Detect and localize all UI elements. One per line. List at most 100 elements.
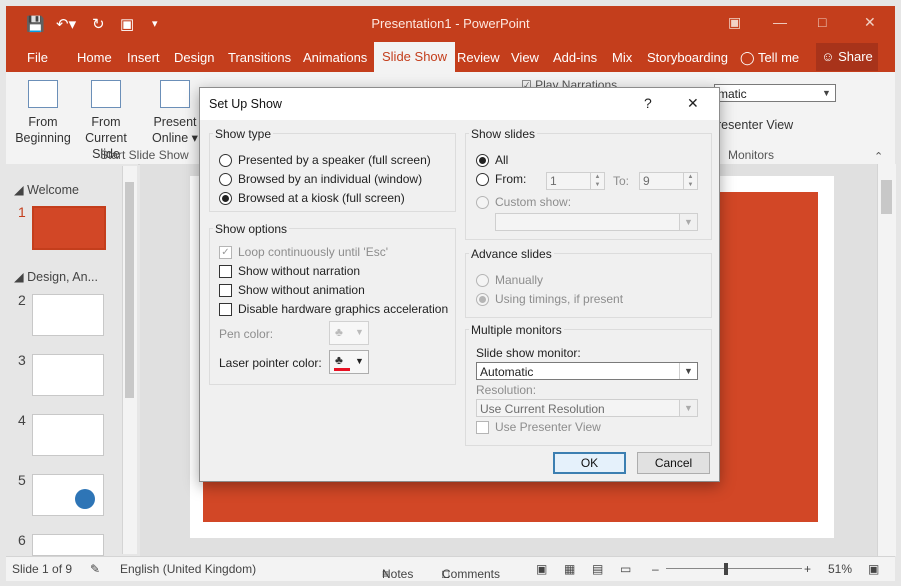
checkbox-loop[interactable]: ✓ (219, 246, 232, 259)
tab-transitions[interactable]: Transitions (228, 50, 291, 65)
set-up-show-dialog: Set Up Show ? ✕ Show type Presented by a… (199, 87, 720, 482)
label-to: To: (613, 174, 630, 188)
slide-number: 1 (18, 204, 26, 220)
tell-me-label: Tell me (757, 50, 800, 65)
slide-number: 2 (18, 292, 26, 308)
tab-view[interactable]: View (511, 50, 539, 65)
radio-custom-show[interactable] (476, 196, 489, 209)
slide-thumbnail-3[interactable] (32, 354, 104, 396)
spin-up-icon[interactable]: ▲ (590, 173, 604, 181)
scroll-thumb[interactable] (881, 180, 892, 214)
close-icon[interactable]: ✕ (687, 95, 699, 112)
present-online-button[interactable]: Present Online ▾ (149, 80, 201, 146)
zoom-slider[interactable] (666, 568, 802, 569)
tab-home[interactable]: Home (77, 50, 112, 65)
editor-scrollbar[interactable] (877, 164, 896, 556)
radio-manually[interactable] (476, 274, 489, 287)
dialog-title: Set Up Show (209, 97, 282, 111)
label-custom-show: Custom show: (495, 195, 572, 209)
label-presented-speaker: Presented by a speaker (full screen) (238, 153, 431, 167)
checkbox-no-narration[interactable] (219, 265, 232, 278)
slide-show-view-icon[interactable]: ▭ (620, 562, 631, 576)
slide-thumbnail-2[interactable] (32, 294, 104, 336)
label-presenter-view: Use Presenter View (495, 420, 601, 434)
collapse-ribbon-icon[interactable]: ⌃ (874, 150, 883, 163)
minimize-icon[interactable]: — (773, 14, 787, 30)
slide-thumbnail-4[interactable] (32, 414, 104, 456)
checkbox-disable-hw[interactable] (219, 303, 232, 316)
dialog-titlebar: Set Up Show ? ✕ (200, 88, 719, 120)
reading-view-icon[interactable]: ▤ (592, 562, 603, 576)
ribbon-display-icon[interactable]: ▣ (728, 14, 741, 31)
ok-button[interactable]: OK (553, 452, 626, 474)
slide-sorter-icon[interactable]: ▦ (564, 562, 575, 576)
collapse-triangle-icon: ◢ (14, 183, 24, 197)
tab-insert[interactable]: Insert (127, 50, 160, 65)
pen-color-button[interactable]: ♣ ▼ (329, 321, 369, 345)
tab-add-ins[interactable]: Add-ins (553, 50, 597, 65)
show-type-title: Show type (213, 127, 274, 141)
tell-me-search[interactable]: ◯ Tell me (740, 50, 799, 66)
collapse-triangle-icon: ◢ (14, 270, 24, 284)
slide-thumbnail-5[interactable] (32, 474, 104, 516)
chevron-down-icon: ▼ (818, 85, 835, 101)
globe-icon (160, 80, 190, 108)
slides-pane-scrollbar[interactable] (122, 166, 137, 554)
from-beginning-button[interactable]: From Beginning (12, 80, 74, 146)
label-from: From: (495, 172, 527, 186)
checkbox-no-animation[interactable] (219, 284, 232, 297)
resolution-combo[interactable]: Use Current Resolution ▼ (476, 399, 698, 417)
custom-show-combo[interactable]: ▼ (495, 213, 698, 231)
tab-file[interactable]: File (27, 50, 48, 65)
spin-down-icon[interactable]: ▼ (683, 181, 697, 189)
spin-down-icon[interactable]: ▼ (590, 181, 604, 189)
tab-mix[interactable]: Mix (612, 50, 632, 65)
zoom-level[interactable]: 51% (828, 562, 852, 576)
checkbox-presenter-view[interactable] (476, 421, 489, 434)
tab-review[interactable]: Review (457, 50, 500, 65)
ribbon-tabs: File Home Insert Design Transitions Anim… (6, 42, 895, 72)
monitor-combo[interactable]: matic ▼ (714, 84, 836, 102)
slide-show-monitor-combo[interactable]: Automatic ▼ (476, 362, 698, 380)
label-disable-hw: Disable hardware graphics acceleration (238, 302, 449, 316)
section-design[interactable]: ◢ Design, An... (14, 269, 98, 284)
laser-color-swatch (334, 368, 350, 371)
radio-browsed-kiosk[interactable] (219, 192, 232, 205)
label-pen-color: Pen color: (219, 327, 274, 341)
label-no-animation: Show without animation (238, 283, 365, 297)
spin-up-icon[interactable]: ▲ (683, 173, 697, 181)
scroll-thumb[interactable] (125, 182, 134, 398)
tab-design[interactable]: Design (174, 50, 214, 65)
tab-animations[interactable]: Animations (303, 50, 367, 65)
zoom-out-icon[interactable]: – (652, 562, 659, 576)
slide-thumbnail-6[interactable] (32, 534, 104, 556)
presenter-view-checkbox[interactable]: resenter View (717, 118, 793, 132)
spelling-icon[interactable]: ✎ (90, 562, 100, 576)
radio-using-timings[interactable] (476, 293, 489, 306)
tab-storyboarding[interactable]: Storyboarding (647, 50, 728, 65)
section-welcome[interactable]: ◢ Welcome (14, 182, 79, 197)
slideshow-current-icon (91, 80, 121, 108)
maximize-icon[interactable]: □ (818, 14, 826, 30)
close-window-icon[interactable]: ✕ (864, 14, 876, 31)
from-spinner[interactable]: 1 ▲ ▼ (546, 172, 605, 190)
tab-slide-show[interactable]: Slide Show (374, 42, 456, 72)
to-spinner[interactable]: 9 ▲ ▼ (639, 172, 698, 190)
radio-from-slides[interactable] (476, 173, 489, 186)
cancel-button[interactable]: Cancel (637, 452, 710, 474)
language[interactable]: English (United Kingdom) (120, 562, 256, 576)
share-button[interactable]: ☺ Share (816, 43, 878, 71)
slide-thumbnail-1[interactable] (32, 206, 106, 250)
help-button[interactable]: ? (644, 95, 652, 111)
zoom-in-icon[interactable]: + (804, 562, 811, 576)
show-slides-title: Show slides (469, 127, 538, 141)
label-no-narration: Show without narration (238, 264, 361, 278)
laser-color-button[interactable]: ♣ ▼ (329, 350, 369, 374)
normal-view-icon[interactable]: ▣ (536, 562, 547, 576)
radio-browsed-individual[interactable] (219, 173, 232, 186)
radio-presented-speaker[interactable] (219, 154, 232, 167)
label-using-timings: Using timings, if present (495, 292, 624, 306)
fit-slide-icon[interactable]: ▣ (868, 562, 879, 576)
zoom-slider-thumb[interactable] (724, 563, 728, 575)
radio-all-slides[interactable] (476, 154, 489, 167)
